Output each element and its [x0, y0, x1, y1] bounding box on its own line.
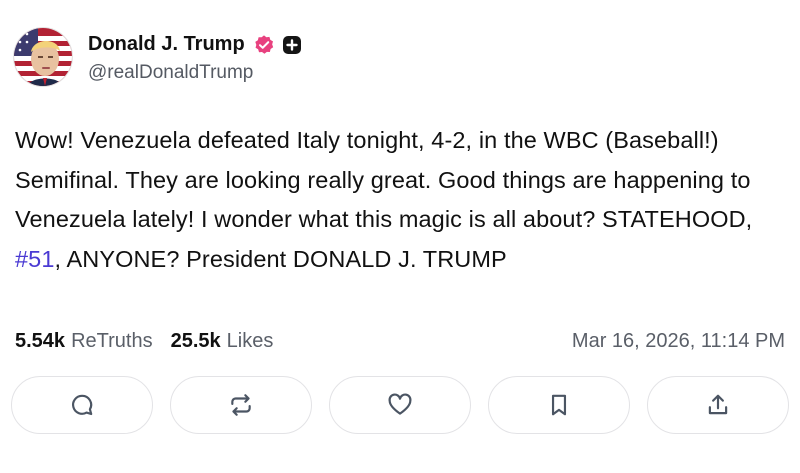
post-text-part: , ANYONE? President DONALD J. TRUMP — [54, 245, 507, 272]
comment-icon — [72, 394, 93, 416]
share-button[interactable] — [647, 376, 789, 434]
bookmark-icon — [551, 394, 567, 416]
timestamp[interactable]: Mar 16, 2026, 11:14 PM — [572, 330, 785, 353]
post-stats: 5.54k ReTruths 25.5k Likes Mar 16, 2026,… — [15, 326, 785, 356]
heart-icon — [388, 393, 412, 415]
like-button[interactable] — [329, 376, 471, 434]
post-text: Wow! Venezuela defeated Italy tonight, 4… — [15, 121, 785, 279]
truth-post: Donald J. Trump @realDonaldTrump Wow! Ve… — [0, 0, 800, 473]
post-header: Donald J. Trump @realDonaldTrump — [14, 26, 302, 88]
bookmark-button[interactable] — [488, 376, 630, 434]
verified-badge-icon — [253, 34, 275, 56]
plus-badge-icon — [282, 35, 302, 55]
avatar[interactable] — [14, 28, 72, 86]
hashtag-link[interactable]: #51 — [15, 246, 55, 272]
handle[interactable]: @realDonaldTrump — [88, 62, 302, 84]
avatar-image — [14, 28, 72, 86]
retruths-count[interactable]: 5.54k — [15, 330, 65, 353]
author-info: Donald J. Trump @realDonaldTrump — [88, 31, 302, 84]
share-icon — [708, 394, 728, 415]
post-text-part: Wow! Venezuela defeated Italy tonight, 4… — [15, 127, 753, 232]
reply-button[interactable] — [11, 376, 153, 434]
retruth-button[interactable] — [170, 376, 312, 434]
display-name[interactable]: Donald J. Trump — [88, 33, 245, 56]
name-row: Donald J. Trump — [88, 31, 302, 59]
action-bar — [11, 376, 789, 438]
retruths-label[interactable]: ReTruths — [71, 330, 153, 353]
repost-icon — [231, 394, 251, 416]
likes-count[interactable]: 25.5k — [171, 330, 221, 353]
likes-label[interactable]: Likes — [227, 330, 274, 353]
